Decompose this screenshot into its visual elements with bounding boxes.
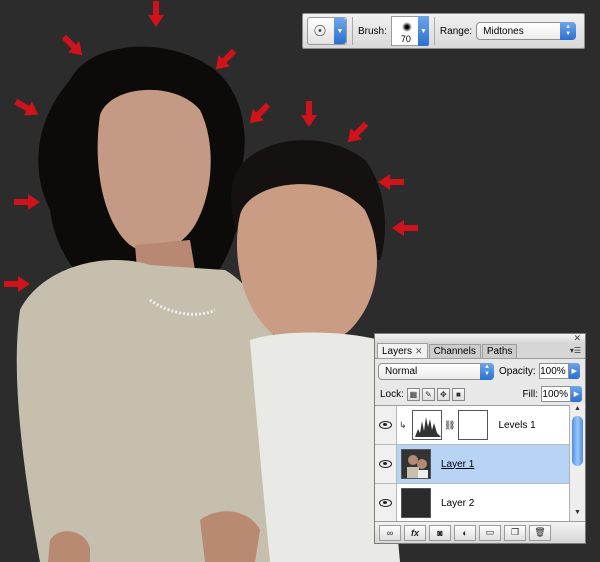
- red-arrow-icon: [301, 101, 317, 127]
- layer-row-layer-2[interactable]: Layer 2: [375, 484, 570, 523]
- blend-row: Normal ▲ ▼ Opacity: 100% ▶: [375, 359, 585, 383]
- eye-icon: [379, 499, 392, 507]
- red-arrow-icon: [148, 1, 164, 27]
- dodge-tool-icon: ☉: [313, 23, 327, 40]
- tab-channels[interactable]: Channels: [428, 344, 481, 358]
- divider: [433, 17, 435, 45]
- layer-mask-thumbnail[interactable]: [458, 410, 489, 440]
- panel-menu-icon[interactable]: ▾☰: [570, 346, 581, 355]
- range-select[interactable]: Midtones ▲ ▼: [476, 22, 577, 40]
- layer-list: ↳ ⛓ Levels 1 Layer 1 Layer 2: [375, 405, 570, 523]
- close-icon[interactable]: ✕: [573, 333, 581, 344]
- layer-row-layer-1[interactable]: Layer 1: [375, 445, 570, 484]
- layer-name[interactable]: Levels 1: [498, 420, 535, 431]
- layer-list-scrollbar[interactable]: ▲ ▼: [569, 405, 585, 521]
- blend-mode-select[interactable]: Normal ▲ ▼: [378, 362, 494, 380]
- brush-label: Brush:: [358, 25, 387, 37]
- lock-all-icon[interactable]: ■: [451, 387, 465, 401]
- panel-footer: ∞ fx ◙ ◐ ▭ ❐ 🗑: [375, 521, 585, 543]
- tab-label: Layers: [382, 345, 413, 357]
- layer-row-levels-1[interactable]: ↳ ⛓ Levels 1: [375, 406, 570, 445]
- new-layer-icon[interactable]: ❐: [504, 524, 526, 541]
- brush-size-value: 70: [400, 34, 411, 44]
- eye-icon: [379, 421, 392, 429]
- fill-input[interactable]: 100%: [541, 386, 571, 402]
- fill-slider-toggle-icon[interactable]: ▶: [571, 386, 582, 402]
- link-icon[interactable]: ⛓: [444, 420, 455, 431]
- folder-icon[interactable]: ▭: [479, 524, 501, 541]
- layer-thumbnail: [401, 449, 431, 479]
- tab-paths[interactable]: Paths: [481, 344, 518, 358]
- scroll-thumb[interactable]: [572, 416, 583, 466]
- tab-label: Channels: [433, 346, 476, 357]
- red-arrow-icon: [4, 276, 30, 292]
- opacity-label: Opacity:: [499, 365, 536, 377]
- layer-name[interactable]: Layer 2: [441, 498, 474, 509]
- adjustment-icon[interactable]: ◐: [454, 524, 476, 541]
- select-arrows-icon: ▲ ▼: [560, 22, 577, 40]
- lock-row: Lock: ▦ ✎ ✥ ■ Fill: 100% ▶: [375, 383, 585, 405]
- scroll-down-icon[interactable]: ▼: [572, 509, 583, 519]
- fx-icon[interactable]: fx: [404, 524, 426, 541]
- divider: [352, 17, 353, 45]
- tool-options-bar: ☉ ▼ Brush: 70 ▼ Range: Midtones ▲ ▼: [302, 13, 585, 49]
- layers-panel: ✕ Layers ✕ Channels Paths ▾☰ Normal ▲ ▼ O…: [374, 333, 586, 544]
- tab-layers[interactable]: Layers ✕: [377, 343, 428, 358]
- clip-arrow-icon: ↳: [399, 419, 407, 430]
- levels-adjustment-icon: [412, 410, 442, 440]
- mask-icon[interactable]: ◙: [429, 524, 451, 541]
- opacity-input[interactable]: 100%: [538, 363, 569, 379]
- visibility-toggle[interactable]: [375, 484, 397, 522]
- lock-label: Lock:: [380, 388, 404, 400]
- layer-name[interactable]: Layer 1: [441, 459, 474, 470]
- layer-thumbnail: [401, 488, 431, 518]
- range-label: Range:: [439, 25, 473, 37]
- lock-brush-icon[interactable]: ✎: [421, 387, 435, 401]
- lock-move-icon[interactable]: ✥: [436, 387, 450, 401]
- link-icon[interactable]: ∞: [379, 524, 401, 541]
- eye-icon: [379, 460, 392, 468]
- lock-transparent-icon[interactable]: ▦: [406, 387, 420, 401]
- scroll-up-icon[interactable]: ▲: [572, 405, 583, 415]
- brush-tip-icon: [401, 22, 412, 32]
- red-arrow-icon: [14, 194, 40, 210]
- tool-preset-picker[interactable]: ☉ ▼: [307, 17, 347, 45]
- panel-tabs: Layers ✕ Channels Paths ▾☰: [375, 343, 585, 359]
- red-arrow-icon: [392, 220, 418, 236]
- fill-label: Fill:: [522, 388, 538, 400]
- trash-icon[interactable]: 🗑: [529, 524, 551, 541]
- chevron-down-icon[interactable]: ▼: [417, 16, 429, 46]
- blend-mode-value: Normal: [385, 365, 418, 377]
- tab-label: Paths: [486, 346, 513, 357]
- chevron-down-icon[interactable]: ▼: [334, 18, 346, 44]
- visibility-toggle[interactable]: [375, 445, 397, 483]
- brush-picker[interactable]: 70 ▼: [390, 16, 429, 46]
- close-icon[interactable]: ✕: [415, 346, 423, 357]
- select-arrows-icon: ▲ ▼: [480, 362, 494, 380]
- range-value: Midtones: [483, 25, 524, 37]
- opacity-slider-toggle-icon[interactable]: ▶: [568, 363, 580, 379]
- red-arrow-icon: [378, 174, 404, 190]
- visibility-toggle[interactable]: [375, 406, 397, 444]
